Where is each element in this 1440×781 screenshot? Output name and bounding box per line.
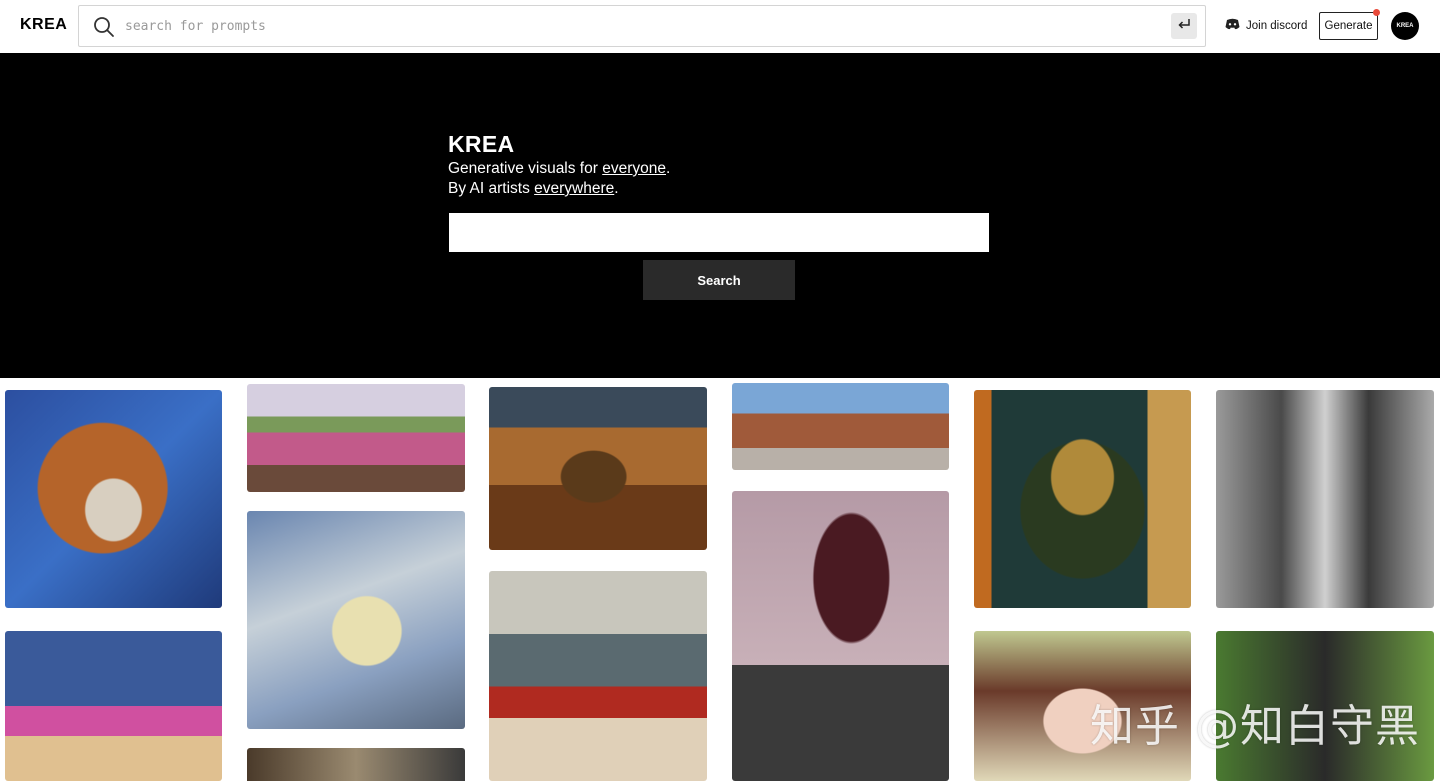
prompt-search-input[interactable]: [125, 12, 1155, 40]
watermark: 知乎 @知白守黑: [1090, 701, 1420, 752]
return-icon: [1177, 17, 1191, 35]
hero-search-button[interactable]: Search: [643, 260, 795, 300]
everywhere-link[interactable]: everywhere: [534, 180, 614, 197]
gallery-image-city-street[interactable]: [732, 383, 949, 470]
notification-dot: [1373, 9, 1380, 16]
tagline-period-2: .: [614, 180, 619, 197]
discord-label: Join discord: [1246, 20, 1308, 32]
gallery-image-mona-lisa[interactable]: [974, 390, 1191, 608]
generate-button[interactable]: Generate: [1319, 12, 1378, 40]
hero-tagline: Generative visuals for everyone. By AI a…: [448, 159, 670, 199]
logo[interactable]: KREA: [20, 16, 67, 34]
top-bar: KREA Join discord: [0, 0, 1440, 53]
tagline-text-1: Generative visuals for: [448, 160, 603, 177]
gallery-image-bob-girl[interactable]: [732, 491, 949, 781]
hero-section: KREA Generative visuals for everyone. By…: [0, 53, 1440, 378]
search-icon: [93, 16, 115, 38]
hero-title: KREA: [448, 131, 515, 157]
avatar[interactable]: KREA: [1391, 12, 1419, 40]
gallery-image-cartoon-doll[interactable]: [5, 631, 222, 781]
discord-icon: [1225, 17, 1240, 35]
everyone-link[interactable]: everyone: [602, 160, 666, 177]
gallery-image-bw-photo[interactable]: [1216, 390, 1434, 608]
tagline-text-2: By AI artists: [448, 180, 535, 197]
gallery-image-retro-cars[interactable]: [489, 571, 707, 781]
prompt-search-bar: [78, 5, 1206, 47]
enter-button[interactable]: [1171, 13, 1197, 39]
gallery-image-golden-room[interactable]: [247, 511, 465, 729]
tagline-period-1: .: [665, 160, 671, 177]
hero-search-input[interactable]: [449, 213, 989, 252]
gallery-image-dinosaur[interactable]: [5, 390, 222, 608]
gallery-image-steampunk[interactable]: [489, 387, 707, 550]
gallery-image-flower-field[interactable]: [247, 384, 465, 492]
gallery-image-kitchen[interactable]: [247, 748, 465, 781]
join-discord-link[interactable]: Join discord: [1225, 17, 1307, 35]
